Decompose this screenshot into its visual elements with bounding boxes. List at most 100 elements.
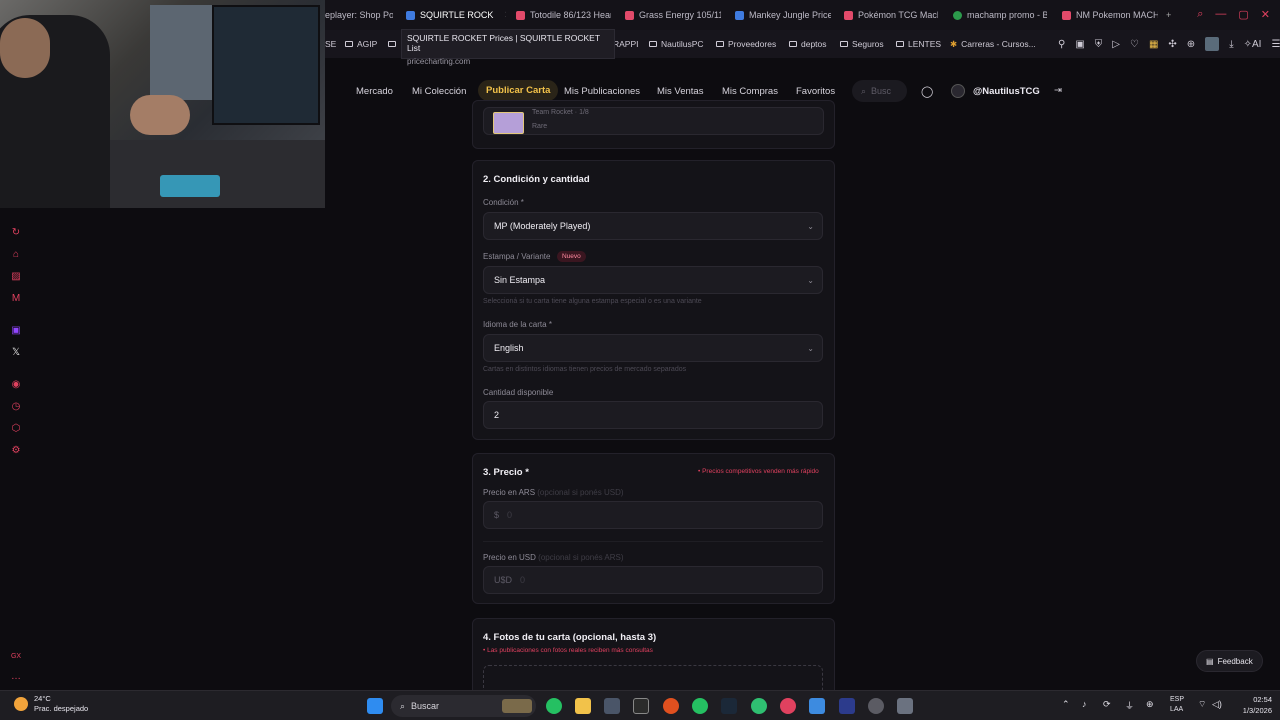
terminal-icon[interactable] xyxy=(633,698,649,714)
app-icon-green[interactable] xyxy=(751,698,767,714)
windows-start-icon[interactable] xyxy=(367,698,383,714)
news-icon[interactable]: ▨ xyxy=(10,270,22,282)
search-tabs-icon[interactable]: ⌕ xyxy=(1197,8,1203,21)
x-icon[interactable]: 𝕏 xyxy=(10,346,22,358)
tab-ebay[interactable]: eplayer: Shop Pok xyxy=(325,0,393,30)
bookmark-rappi[interactable]: RAPPI xyxy=(613,30,639,58)
app-icon-blue[interactable] xyxy=(809,698,825,714)
bookmark-folder[interactable] xyxy=(388,30,396,58)
store-icon[interactable]: ⌂ xyxy=(10,248,22,260)
pin-icon[interactable]: ⚲ xyxy=(1058,39,1065,50)
settings-icon[interactable]: ⚙ xyxy=(10,444,22,456)
tab-grass-energy[interactable]: Grass Energy 105/114 xyxy=(625,0,721,30)
tab-squirtle-rocket[interactable]: SQUIRTLE ROCK ✕ xyxy=(406,0,506,30)
mic-tray-icon[interactable]: ⏚ xyxy=(1125,699,1134,712)
menu-icon[interactable]: ☰ xyxy=(1271,39,1280,50)
network-tray-icon[interactable]: ⊕ xyxy=(1146,699,1154,710)
twitch-icon[interactable]: ▣ xyxy=(10,324,22,336)
stamp-select[interactable]: Sin Estampa ⌄ xyxy=(483,266,823,294)
site-search-input[interactable]: ⌕ Busc xyxy=(852,80,907,102)
logout-icon[interactable]: ⇥ xyxy=(1054,85,1062,96)
tab-label: Mankey Jungle Price xyxy=(749,10,831,20)
bookmark-se[interactable]: SE xyxy=(325,30,336,58)
ai-button[interactable]: ✧AI xyxy=(1244,39,1262,50)
profile-avatar[interactable] xyxy=(1205,37,1220,51)
calculator-icon[interactable] xyxy=(897,698,913,714)
window-controls: ⌕ — ▢ ✕ xyxy=(1197,8,1270,21)
maximize-icon[interactable]: ▢ xyxy=(1238,8,1248,21)
clock-time: 02:54 xyxy=(1253,695,1272,704)
sync-tray-icon[interactable]: ⟳ xyxy=(1103,699,1111,710)
bookmark-deptos[interactable]: deptos xyxy=(789,30,827,58)
file-explorer-icon[interactable] xyxy=(575,698,591,714)
store-app-icon[interactable] xyxy=(604,698,620,714)
chat-bubble-icon: ▤ xyxy=(1206,656,1214,666)
download-icon[interactable]: ⤓ xyxy=(1229,39,1233,50)
stamp-help: Seleccioná si tu carta tiene alguna esta… xyxy=(483,298,702,305)
volume-icon[interactable]: ◁) xyxy=(1212,699,1222,710)
tab-machamp-promo[interactable]: machamp promo - B xyxy=(953,0,1047,30)
close-window-icon[interactable]: ✕ xyxy=(1261,8,1270,21)
tab-totodile[interactable]: Totodile 86/123 Hear xyxy=(516,0,611,30)
tab-mankey[interactable]: Mankey Jungle Price xyxy=(735,0,831,30)
history-icon[interactable]: ◷ xyxy=(10,400,22,412)
bookmark-lentes[interactable]: LENTES xyxy=(896,30,941,58)
price-hint: • Precios competitivos venden más rápido xyxy=(698,468,819,475)
bookmark-carreras[interactable]: ✱ Carreras - Cursos... xyxy=(950,30,1036,58)
pinboard-icon[interactable]: ⬡ xyxy=(10,422,22,434)
snapshot-icon[interactable]: ▣ xyxy=(1075,39,1084,50)
feedback-button[interactable]: ▤ Feedback xyxy=(1196,650,1263,672)
app-icon-orange[interactable] xyxy=(663,698,679,714)
condition-select[interactable]: MP (Moderately Played) ⌄ xyxy=(483,212,823,240)
tray-chevron-icon[interactable]: ⌃ xyxy=(1062,699,1070,710)
nav-favoritos[interactable]: Favoritos xyxy=(796,86,835,97)
user-name[interactable]: @NautilusTCG xyxy=(973,86,1040,97)
gx-logo-icon[interactable]: GX xyxy=(10,650,22,662)
bookmark-nautiluspc[interactable]: NautilusPC xyxy=(649,30,704,58)
clock[interactable]: 02:54 1/3/2026 xyxy=(1232,694,1272,716)
language-select[interactable]: English ⌄ xyxy=(483,334,823,362)
gx-control-icon[interactable]: ↻ xyxy=(10,226,22,238)
extension-icon[interactable]: ▦ xyxy=(1149,39,1158,50)
app-icon-gear[interactable] xyxy=(868,698,884,714)
heart-icon[interactable]: ♡ xyxy=(1130,39,1139,50)
bookmark-agip[interactable]: AGIP xyxy=(345,30,377,58)
quantity-input[interactable]: 2 xyxy=(483,401,823,429)
bookmark-proveedores[interactable]: Proveedores xyxy=(716,30,776,58)
opera-gx-icon[interactable] xyxy=(780,698,796,714)
nav-mi-coleccion[interactable]: Mi Colección xyxy=(412,86,466,97)
shield-icon[interactable]: ⛨ xyxy=(1095,39,1103,50)
whatsapp-business-icon[interactable] xyxy=(692,698,708,714)
steam-icon[interactable] xyxy=(721,698,737,714)
price-usd-input[interactable]: U$D 0 xyxy=(483,566,823,594)
language-indicator[interactable]: ESP LAA xyxy=(1170,695,1184,715)
chat-icon[interactable]: ◯ xyxy=(921,85,933,98)
user-avatar[interactable] xyxy=(951,84,965,98)
wifi-icon[interactable]: ⌔ xyxy=(1198,699,1206,710)
nav-mis-compras[interactable]: Mis Compras xyxy=(722,86,778,97)
tab-label: eplayer: Shop Pok xyxy=(325,10,393,20)
nav-mercado[interactable]: Mercado xyxy=(356,86,393,97)
close-tab-icon[interactable]: ✕ xyxy=(504,10,506,21)
puzzle-icon[interactable]: ✣ xyxy=(1168,39,1176,50)
taskbar-search[interactable]: ⌕ Buscar xyxy=(391,695,536,717)
player-icon[interactable]: ◉ xyxy=(10,378,22,390)
more-icon[interactable]: … xyxy=(10,670,22,682)
music-icon[interactable]: M xyxy=(10,292,22,304)
tab-nm-pokemon[interactable]: NM Pokemon MACHA xyxy=(1062,0,1158,30)
vpn-icon[interactable]: ⊕ xyxy=(1187,39,1195,50)
lang-layout: LAA xyxy=(1170,706,1184,713)
whatsapp-icon[interactable] xyxy=(546,698,562,714)
bookmark-seguros[interactable]: Seguros xyxy=(840,30,884,58)
nav-publicar-carta[interactable]: Publicar Carta xyxy=(478,80,559,101)
audio-tray-icon[interactable]: ♪ xyxy=(1082,699,1087,709)
tab-pokemon-tcg[interactable]: Pokémon TCG Mach xyxy=(844,0,938,30)
nav-mis-publicaciones[interactable]: Mis Publicaciones xyxy=(564,86,640,97)
play-icon[interactable]: ▷ xyxy=(1112,39,1120,50)
new-tab-button[interactable]: + xyxy=(1166,0,1178,30)
minimize-icon[interactable]: — xyxy=(1215,8,1226,21)
app-icon-navy[interactable] xyxy=(839,698,855,714)
price-ars-input[interactable]: $ 0 xyxy=(483,501,823,529)
weather-widget[interactable]: 24°C Prac. despejado xyxy=(14,694,88,714)
nav-mis-ventas[interactable]: Mis Ventas xyxy=(657,86,703,97)
